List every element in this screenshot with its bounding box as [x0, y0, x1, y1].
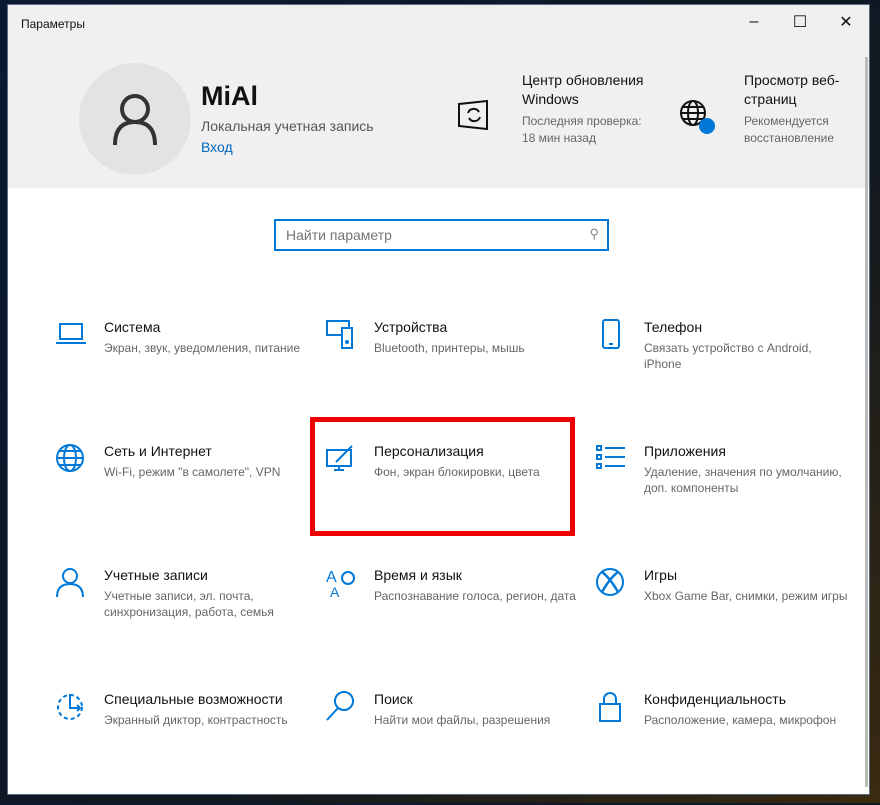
update-icon [458, 100, 488, 130]
quick-browser-title: Просмотр веб-страниц [744, 72, 840, 107]
tile-description: Wi-Fi, режим "в самолете", VPN [104, 465, 281, 479]
tile-phone[interactable]: Телефон Связать устройство с Android, iP… [594, 318, 856, 433]
tile-description: Расположение, камера, микрофон [644, 713, 837, 727]
header: Параметры – ☐ ✕ MiAl Локальная учетная з… [8, 5, 869, 188]
accessibility-icon [57, 694, 83, 720]
tile-time-language[interactable]: AA Время и язык Распознавание голоса, ре… [324, 566, 586, 681]
tile-title: Сеть и Интернет [104, 443, 212, 459]
tile-title: Учетные записи [104, 567, 208, 583]
lock-icon [599, 692, 621, 722]
laptop-icon [56, 323, 86, 344]
xbox-icon [596, 568, 624, 596]
tile-search[interactable]: Поиск Найти мои файлы, разрешения [324, 690, 586, 805]
search-input[interactable] [276, 221, 576, 249]
quick-update[interactable]: Центр обновления Windows Последняя прове… [522, 71, 652, 147]
time-language-icon: AA [326, 569, 355, 600]
tile-laptop[interactable]: Система Экран, звук, уведомления, питани… [54, 318, 316, 433]
search-icon [326, 691, 354, 721]
quick-update-title: Центр обновления Windows [522, 72, 644, 107]
tile-accessibility[interactable]: Специальные возможности Экранный диктор,… [54, 690, 316, 805]
tile-title: Приложения [644, 443, 726, 459]
phone-icon [602, 319, 620, 349]
devices-icon [326, 320, 353, 349]
quick-browser-sub: Рекомендуется восстановление [744, 114, 835, 145]
tile-description: Удаление, значения по умолчанию, доп. ко… [644, 465, 842, 495]
globe-icon [56, 444, 84, 472]
svg-text:A: A [330, 584, 340, 600]
tile-description: Bluetooth, принтеры, мышь [374, 341, 525, 355]
tile-title: Система [104, 319, 161, 335]
settings-window: Параметры – ☐ ✕ MiAl Локальная учетная з… [7, 4, 870, 795]
account-name: MiAl [201, 81, 258, 111]
maximize-button[interactable]: ☐ [777, 5, 823, 39]
person-icon [56, 568, 84, 598]
tile-description: Связать устройство с Android, iPhone [644, 341, 812, 371]
account-type: Локальная учетная запись [201, 118, 374, 134]
search-icon: ⚲ [589, 226, 599, 241]
window-title: Параметры [21, 17, 85, 31]
tile-devices[interactable]: Устройства Bluetooth, принтеры, мышь [324, 318, 586, 433]
quick-browser[interactable]: Просмотр веб-страниц Рекомендуется восст… [744, 71, 859, 147]
tile-lock[interactable]: Конфиденциальность Расположение, камера,… [594, 690, 856, 805]
tile-title: Специальные возможности [104, 691, 283, 707]
tile-description: Xbox Game Bar, снимки, режим игры [644, 589, 848, 603]
avatar [79, 63, 191, 175]
tile-description: Учетные записи, эл. почта, синхронизация… [104, 589, 274, 619]
apps-icon [596, 445, 625, 469]
tile-title: Телефон [644, 319, 703, 335]
search-box[interactable]: ⚲ [274, 219, 609, 251]
quick-update-sub: Последняя проверка: 18 мин назад [522, 114, 642, 145]
user-icon [113, 94, 157, 146]
tile-globe[interactable]: Сеть и Интернет Wi-Fi, режим "в самолете… [54, 442, 316, 557]
login-link[interactable]: Вход [201, 139, 233, 155]
tile-title: Игры [644, 567, 678, 583]
minimize-button[interactable]: – [731, 5, 777, 39]
tile-description: Экран, звук, уведомления, питание [104, 341, 301, 355]
tile-apps[interactable]: Приложения Удаление, значения по умолчан… [594, 442, 856, 557]
tile-title: Время и язык [374, 567, 462, 583]
tile-title: Конфиденциальность [644, 691, 787, 707]
tile-description: Распознавание голоса, регион, дата [374, 589, 576, 603]
tile-person[interactable]: Учетные записи Учетные записи, эл. почта… [54, 566, 316, 681]
tile-description: Найти мои файлы, разрешения [374, 713, 551, 727]
highlight-box [310, 417, 575, 536]
tile-title: Устройства [374, 319, 448, 335]
close-button[interactable]: ✕ [823, 5, 869, 39]
tile-title: Поиск [374, 691, 413, 707]
tile-description: Экранный диктор, контрастность [104, 713, 288, 727]
scrollbar[interactable] [865, 57, 868, 787]
globe-icon [680, 100, 715, 134]
tile-xbox[interactable]: Игры Xbox Game Bar, снимки, режим игры [594, 566, 856, 681]
